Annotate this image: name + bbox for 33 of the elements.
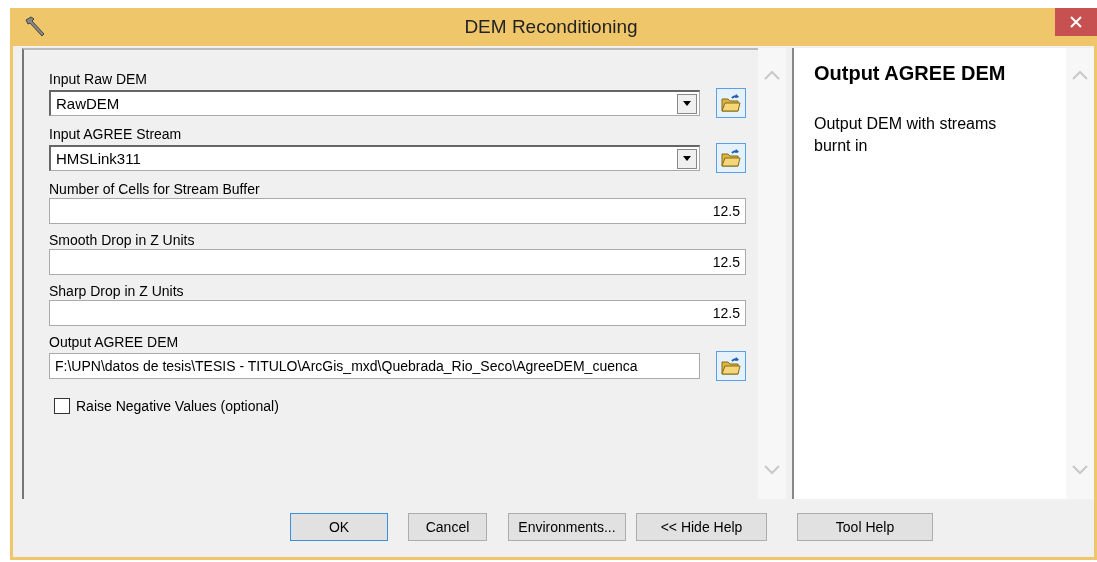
browse-button[interactable]: [716, 143, 746, 173]
window-title: DEM Reconditioning: [463, 16, 639, 38]
input-field[interactable]: 12.5: [49, 249, 746, 275]
checkbox-label: Raise Negative Values (optional): [76, 398, 279, 414]
dialog-button[interactable]: Environments...: [508, 513, 626, 541]
dropdown-field[interactable]: HMSLink311: [49, 145, 701, 171]
dropdown-arrow-icon[interactable]: [683, 101, 692, 106]
folder-icon: [721, 357, 741, 375]
dialog-button[interactable]: << Hide Help: [636, 513, 767, 541]
browse-button[interactable]: [716, 88, 746, 118]
field-label: Smooth Drop in Z Units: [49, 231, 196, 249]
field-label: Number of Cells for Stream Buffer: [49, 180, 261, 198]
dialog-button[interactable]: Cancel: [408, 513, 487, 541]
close-icon: [1070, 16, 1082, 28]
help-title: Output AGREE DEM: [814, 62, 1007, 85]
dialog-button[interactable]: OK: [290, 513, 388, 541]
browse-button[interactable]: [716, 351, 746, 381]
input-field[interactable]: 12.5: [49, 198, 746, 224]
checkbox[interactable]: [54, 398, 70, 414]
field-label: Output AGREE DEM: [49, 333, 180, 351]
field-label: Sharp Drop in Z Units: [49, 282, 185, 300]
folder-icon: [721, 149, 741, 167]
field-label: Input AGREE Stream: [49, 125, 183, 143]
folder-icon: [721, 94, 741, 112]
dropdown-arrow-icon[interactable]: [683, 156, 692, 161]
field-label: Input Raw DEM: [49, 70, 149, 88]
dialog-button[interactable]: Tool Help: [797, 513, 933, 541]
dropdown-field[interactable]: RawDEM: [49, 90, 701, 116]
hammer-icon: [23, 15, 47, 39]
input-field[interactable]: F:\UPN\datos de tesis\TESIS - TITULO\ArcGis_mxd\Quebrada_Rio_Seco\AgreeDEM_cuenca: [49, 353, 701, 379]
input-field[interactable]: 12.5: [49, 300, 746, 326]
close-button[interactable]: [1055, 8, 1097, 36]
help-text: Output DEM with streams burnt in: [814, 114, 998, 156]
